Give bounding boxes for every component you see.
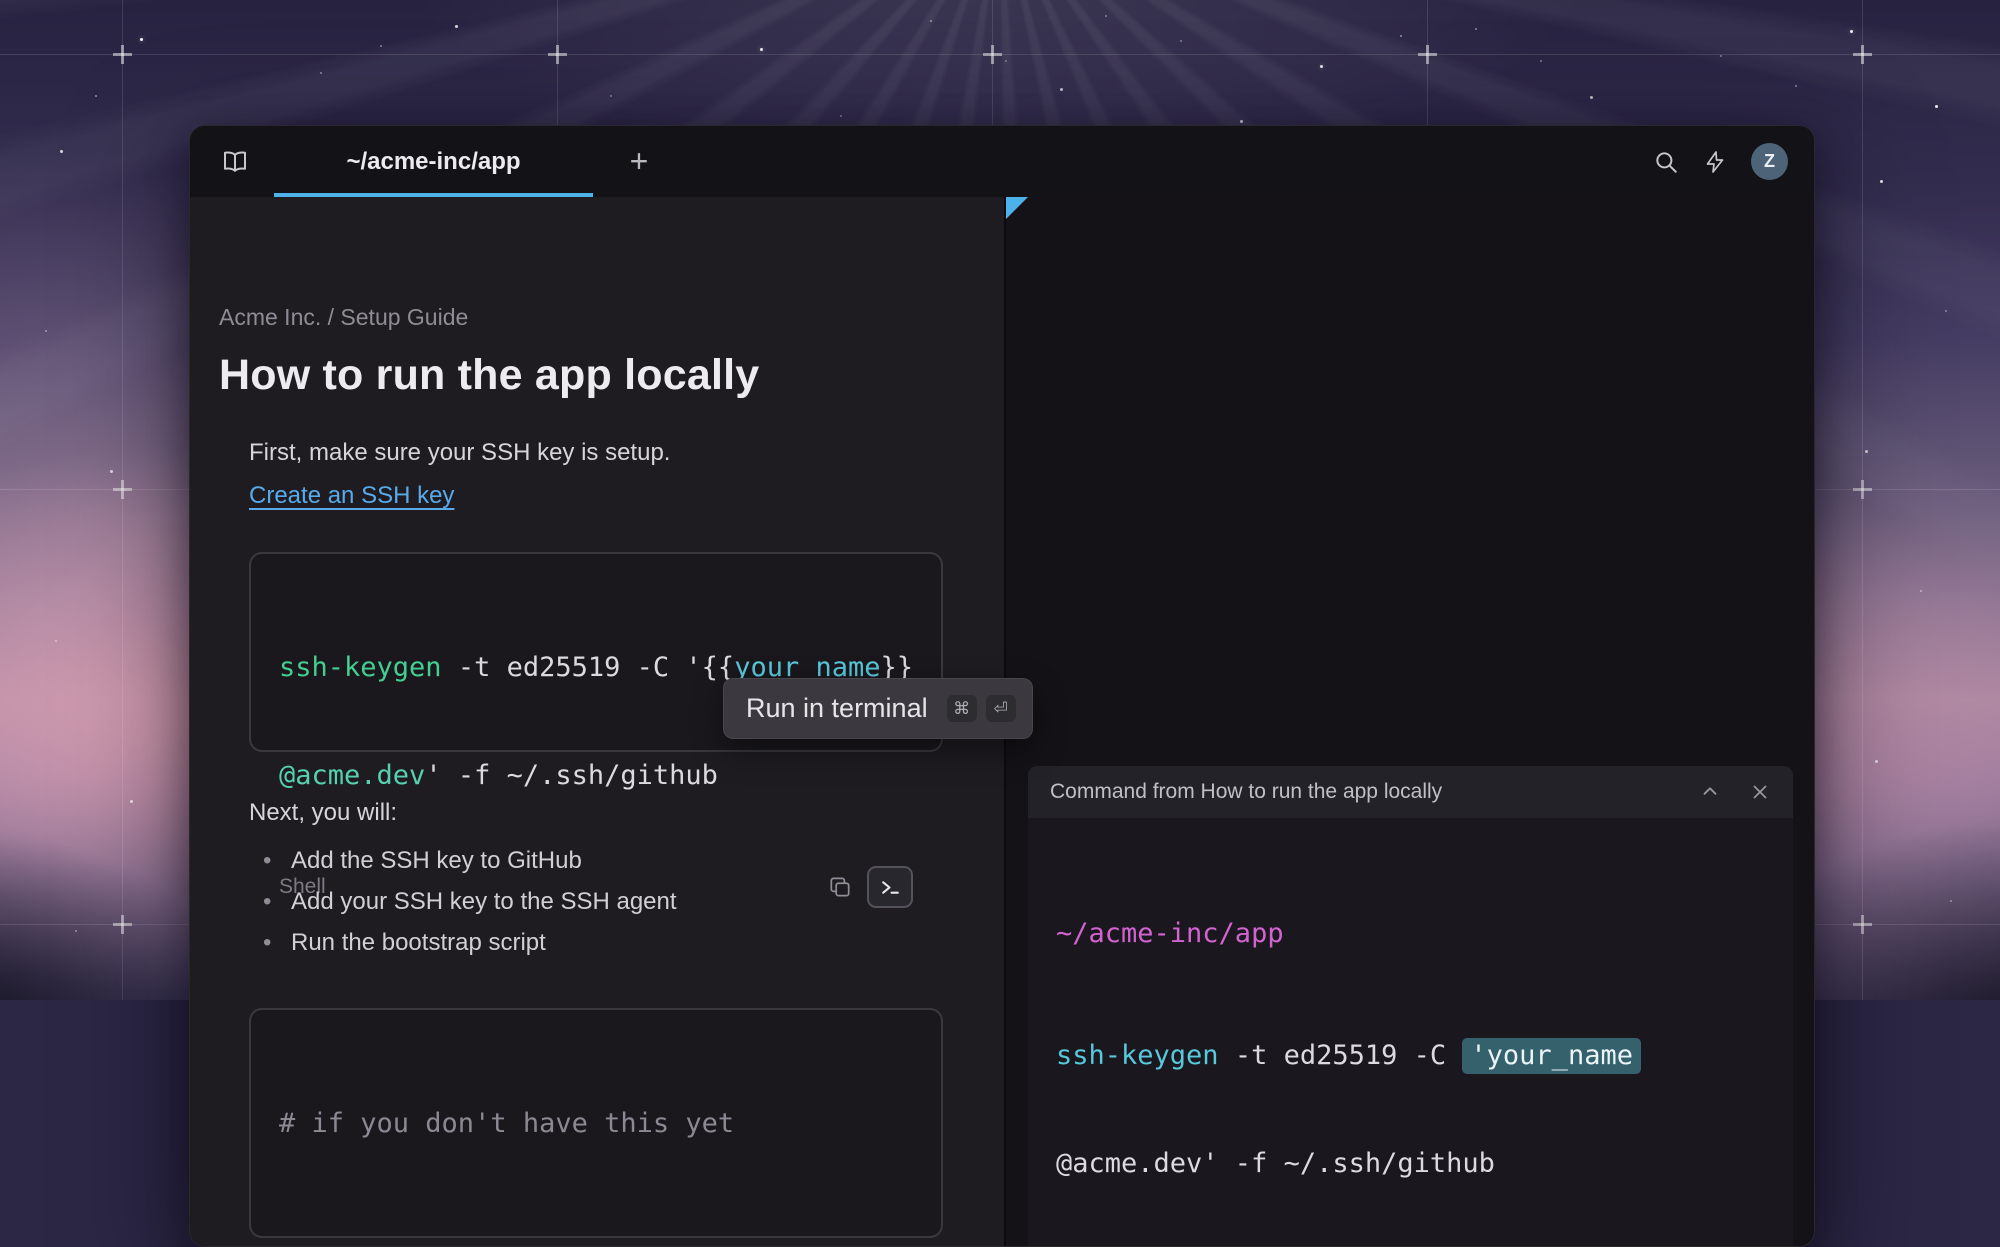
list-item: Add the SSH key to GitHub (249, 840, 1004, 881)
tooltip-label: Run in terminal (746, 693, 928, 724)
run-in-terminal-tooltip: Run in terminal ⌘ ⏎ (723, 678, 1033, 739)
lightning-icon (1703, 149, 1727, 175)
list-item: Run the bootstrap script (249, 922, 1004, 963)
search-icon (1653, 149, 1679, 175)
ssh-key-link[interactable]: Create an SSH key (249, 482, 454, 510)
command-banner: Command from How to run the app locally (1028, 766, 1793, 818)
code-line: @acme.dev' -f ~/.ssh/github (279, 758, 913, 794)
library-button[interactable] (220, 149, 250, 175)
breadcrumb[interactable]: Acme Inc. / Setup Guide (219, 304, 1004, 331)
window-topbar: ~/acme-inc/app + Z (190, 126, 1814, 197)
intro-text: First, make sure your SSH key is setup. (249, 439, 1004, 467)
close-icon (1749, 781, 1771, 803)
list-item: Add your SSH key to the SSH agent (249, 881, 1004, 922)
pane-focus-corner-icon (1006, 197, 1028, 219)
app-window: ~/acme-inc/app + Z Acme Inc. / Setup Gui… (189, 125, 1815, 1247)
avatar-initial: Z (1764, 151, 1775, 172)
open-book-icon (220, 149, 250, 175)
command-block: Command from How to run the app locally … (1028, 766, 1793, 1246)
stars-glow (0, 0, 3, 3)
page-title: How to run the app locally (219, 349, 1004, 401)
terminal-pane[interactable]: Command from How to run the app locally … (1006, 197, 1814, 1246)
todo-list: Add the SSH key to GitHub Add your SSH k… (249, 840, 1004, 963)
search-button[interactable] (1653, 149, 1679, 175)
terminal-command-line: @acme.dev' -f ~/.ssh/github (1056, 1146, 1773, 1182)
chevron-up-icon (1699, 781, 1721, 803)
close-button[interactable] (1749, 781, 1771, 803)
avatar[interactable]: Z (1751, 143, 1788, 180)
return-key-icon: ⏎ (986, 695, 1016, 722)
collapse-button[interactable] (1699, 781, 1721, 803)
new-tab-button[interactable]: + (619, 142, 659, 182)
quick-actions-button[interactable] (1703, 149, 1727, 175)
code-content: # if you don't have this yet (279, 1034, 913, 1214)
cmd-key-icon: ⌘ (947, 695, 977, 722)
tab-acme-inc-app[interactable]: ~/acme-inc/app (274, 126, 593, 197)
tab-title: ~/acme-inc/app (346, 148, 520, 176)
terminal-cwd: ~/acme-inc/app (1056, 916, 1773, 952)
code-line: # if you don't have this yet (279, 1106, 913, 1142)
terminal-command-line: ssh-keygen -t ed25519 -C 'your_name (1056, 1038, 1773, 1074)
command-banner-text: Command from How to run the app locally (1050, 780, 1671, 804)
terminal-output[interactable]: ~/acme-inc/app ssh-keygen -t ed25519 -C … (1028, 818, 1793, 1247)
code-block-2: # if you don't have this yet (249, 1008, 943, 1238)
